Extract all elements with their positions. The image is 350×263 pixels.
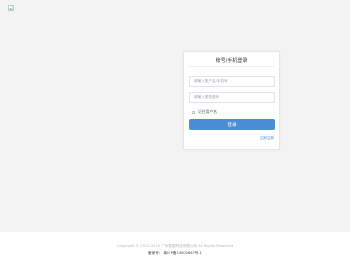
remember-username[interactable]: 记住用户名 — [192, 109, 217, 115]
username-input[interactable]: 请输入账户名/手机号 — [189, 76, 275, 87]
remember-checkbox[interactable] — [192, 110, 195, 114]
icp-record[interactable]: 备案号： 粤ICP备14002667号-1 — [0, 251, 350, 256]
login-card: 账号/手机登录 请输入账户名/手机号 请输入登录密码 记住用户名 登录 立即注册 — [183, 51, 280, 150]
password-input[interactable]: 请输入登录密码 — [189, 92, 275, 103]
username-placeholder: 请输入账户名/手机号 — [194, 79, 228, 83]
register-link[interactable]: 立即注册 — [260, 136, 274, 141]
login-title: 账号/手机登录 — [215, 58, 248, 64]
copyright-text: Copyright © 2013-2019 广州数据科技有限公司 All Rig… — [116, 244, 234, 248]
logo — [8, 5, 14, 11]
login-button[interactable]: 登录 — [189, 119, 275, 130]
broken-image-icon — [8, 5, 14, 11]
title-divider — [189, 66, 274, 67]
remember-label: 记住用户名 — [198, 109, 217, 114]
password-placeholder: 请输入登录密码 — [194, 95, 220, 99]
